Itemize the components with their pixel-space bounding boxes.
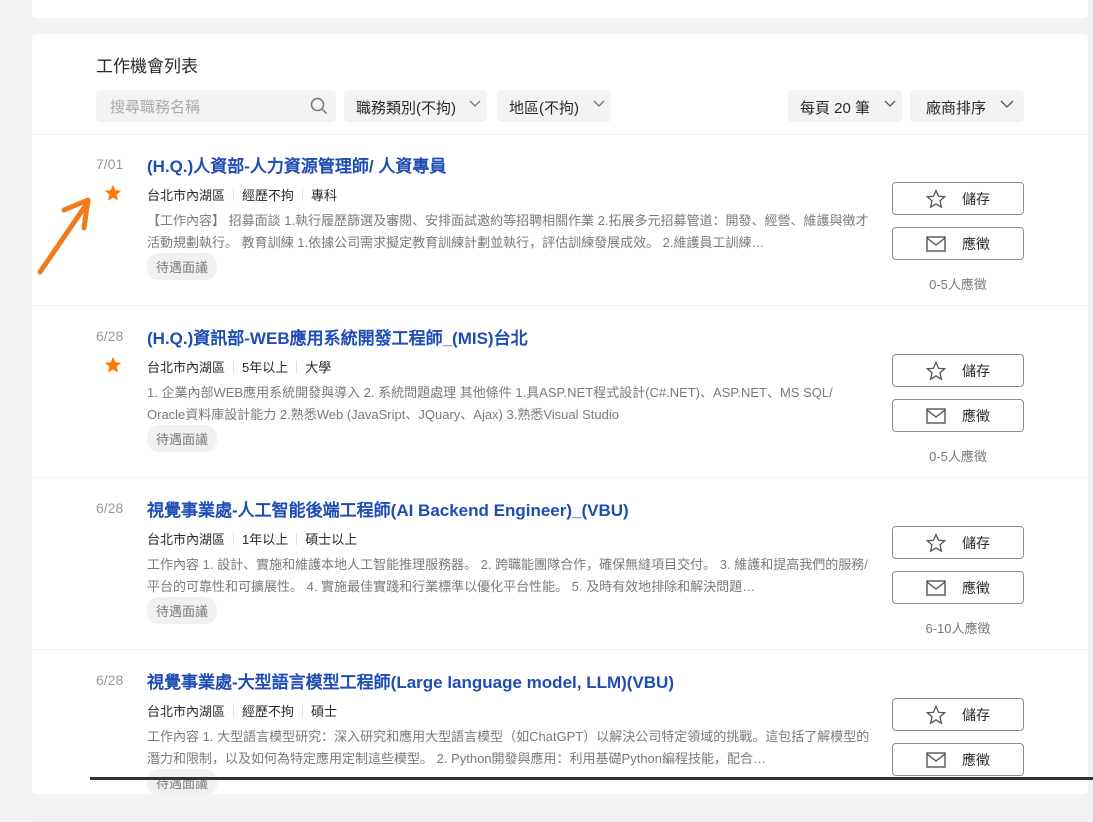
job-meta: 台北市內湖區 5年以上 大學 bbox=[147, 357, 331, 376]
job-experience: 1年以上 bbox=[242, 532, 289, 547]
job-meta: 台北市內湖區 經歷不拘 碩士 bbox=[147, 701, 337, 720]
area-label: 地區(不拘) bbox=[509, 100, 579, 117]
apply-label: 應徵 bbox=[962, 751, 990, 768]
featured-star-icon bbox=[104, 184, 122, 201]
applicant-count: 0-5人應徵 bbox=[929, 277, 987, 292]
apply-label: 應徵 bbox=[962, 579, 990, 596]
category-dropdown[interactable]: 職務類別(不拘) bbox=[344, 90, 487, 122]
sort-label: 廠商排序 bbox=[926, 100, 987, 117]
per-page-label: 每頁 20 筆 bbox=[800, 100, 871, 117]
per-page-dropdown[interactable]: 每頁 20 筆 bbox=[788, 90, 902, 122]
job-title-link[interactable]: (H.Q.)資訊部-WEB應用系統開發工程師_(MIS)台北 bbox=[147, 324, 528, 349]
job-item: 6/28 視覺事業處-大型語言模型工程師(Large language mode… bbox=[32, 650, 1088, 822]
salary-tag: 待遇面議 bbox=[147, 253, 218, 280]
job-education: 碩士以上 bbox=[305, 532, 358, 547]
save-label: 儲存 bbox=[962, 706, 990, 723]
featured-star-icon bbox=[104, 356, 122, 373]
job-item: 7/01 (H.Q.)人資部-人力資源管理師/ 人資專員 台北市內湖區 經歷不拘 專… bbox=[32, 134, 1088, 306]
chevron-down-icon bbox=[884, 100, 896, 107]
job-location: 台北市內湖區 bbox=[147, 188, 226, 203]
filter-bar: 搜尋職務名稱 職務類別(不拘) 地區(不拘) 每頁 20 筆 廠商排序 bbox=[96, 90, 1024, 122]
mail-icon bbox=[926, 751, 946, 768]
mail-icon bbox=[926, 579, 946, 596]
area-dropdown[interactable]: 地區(不拘) bbox=[497, 90, 611, 122]
job-description: 1. 企業內部WEB應用系統開發與導入 2. 系統問題處理 其他條件 1.具AS… bbox=[147, 385, 833, 422]
chevron-down-icon bbox=[469, 100, 481, 107]
job-title-link[interactable]: 視覺事業處-大型語言模型工程師(Large language model, LL… bbox=[147, 668, 674, 693]
applicant-count: 6-10人應徵 bbox=[925, 621, 991, 636]
star-outline-icon bbox=[926, 188, 946, 209]
job-location: 台北市內湖區 bbox=[147, 704, 226, 719]
save-label: 儲存 bbox=[962, 534, 990, 551]
salary-tag: 待遇面議 bbox=[147, 425, 218, 452]
job-item: 6/28 視覺事業處-人工智能後端工程師(AI Backend Engineer… bbox=[32, 478, 1088, 650]
job-education: 碩士 bbox=[311, 704, 338, 719]
job-meta: 台北市內湖區 1年以上 碩士以上 bbox=[147, 529, 357, 548]
sort-dropdown[interactable]: 廠商排序 bbox=[910, 90, 1024, 122]
job-list-panel: 工作機會列表 搜尋職務名稱 職務類別(不拘) 地區(不拘) 每頁 20 筆 廠商… bbox=[32, 34, 1088, 822]
top-card bbox=[32, 0, 1088, 18]
job-title-link[interactable]: (H.Q.)人資部-人力資源管理師/ 人資專員 bbox=[147, 152, 446, 177]
job-experience: 經歷不拘 bbox=[242, 188, 295, 203]
save-button[interactable]: 儲存 bbox=[892, 526, 1024, 559]
post-date: 6/28 bbox=[96, 500, 124, 516]
job-description: 工作內容 1. 設計、實施和維護本地人工智能推理服務器。 2. 跨職能團隊合作，… bbox=[147, 557, 868, 594]
apply-button[interactable]: 應徵 bbox=[892, 743, 1024, 776]
apply-button[interactable]: 應徵 bbox=[892, 399, 1024, 432]
salary-tag: 待遇面議 bbox=[147, 597, 218, 624]
save-button[interactable]: 儲存 bbox=[892, 354, 1024, 387]
star-outline-icon bbox=[926, 532, 946, 553]
annotation-arrow-icon bbox=[37, 197, 91, 275]
job-experience: 經歷不拘 bbox=[242, 704, 295, 719]
save-button[interactable]: 儲存 bbox=[892, 182, 1024, 215]
star-outline-icon bbox=[926, 360, 946, 381]
job-meta: 台北市內湖區 經歷不拘 專科 bbox=[147, 185, 337, 204]
page-title: 工作機會列表 bbox=[96, 57, 198, 76]
apply-label: 應徵 bbox=[962, 235, 990, 252]
job-experience: 5年以上 bbox=[242, 360, 289, 375]
post-date: 6/28 bbox=[96, 672, 124, 688]
star-outline-icon bbox=[926, 704, 946, 725]
post-date: 7/01 bbox=[96, 156, 124, 172]
job-education: 大學 bbox=[305, 360, 332, 375]
search-placeholder: 搜尋職務名稱 bbox=[110, 99, 201, 116]
category-label: 職務類別(不拘) bbox=[356, 100, 456, 117]
save-button[interactable]: 儲存 bbox=[892, 698, 1024, 731]
job-description: 【工作內容】 招募面談 1.執行履歷篩選及審閱、安排面試邀約等招聘相關作業 2.… bbox=[147, 213, 869, 250]
apply-label: 應徵 bbox=[962, 407, 990, 424]
save-label: 儲存 bbox=[962, 362, 990, 379]
search-input[interactable]: 搜尋職務名稱 bbox=[96, 90, 336, 122]
mail-icon bbox=[926, 235, 946, 252]
job-description: 工作內容 1. 大型語言模型研究：深入研究和應用大型語言模型（如ChatGPT）… bbox=[147, 729, 870, 766]
job-education: 專科 bbox=[311, 188, 338, 203]
job-title-link[interactable]: 視覺事業處-人工智能後端工程師(AI Backend Engineer)_(VB… bbox=[147, 496, 629, 521]
apply-button[interactable]: 應徵 bbox=[892, 227, 1024, 260]
post-date: 6/28 bbox=[96, 328, 124, 344]
salary-tag: 待遇面議 bbox=[147, 769, 218, 796]
save-label: 儲存 bbox=[962, 190, 990, 207]
job-location: 台北市內湖區 bbox=[147, 360, 226, 375]
chevron-down-icon bbox=[593, 100, 605, 107]
search-icon[interactable] bbox=[310, 97, 328, 115]
mail-icon bbox=[926, 407, 946, 424]
job-location: 台北市內湖區 bbox=[147, 532, 226, 547]
job-item: 6/28 (H.Q.)資訊部-WEB應用系統開發工程師_(MIS)台北 台北市內… bbox=[32, 306, 1088, 478]
apply-button[interactable]: 應徵 bbox=[892, 571, 1024, 604]
chevron-down-icon bbox=[1000, 100, 1014, 108]
applicant-count: 0-5人應徵 bbox=[929, 449, 987, 464]
